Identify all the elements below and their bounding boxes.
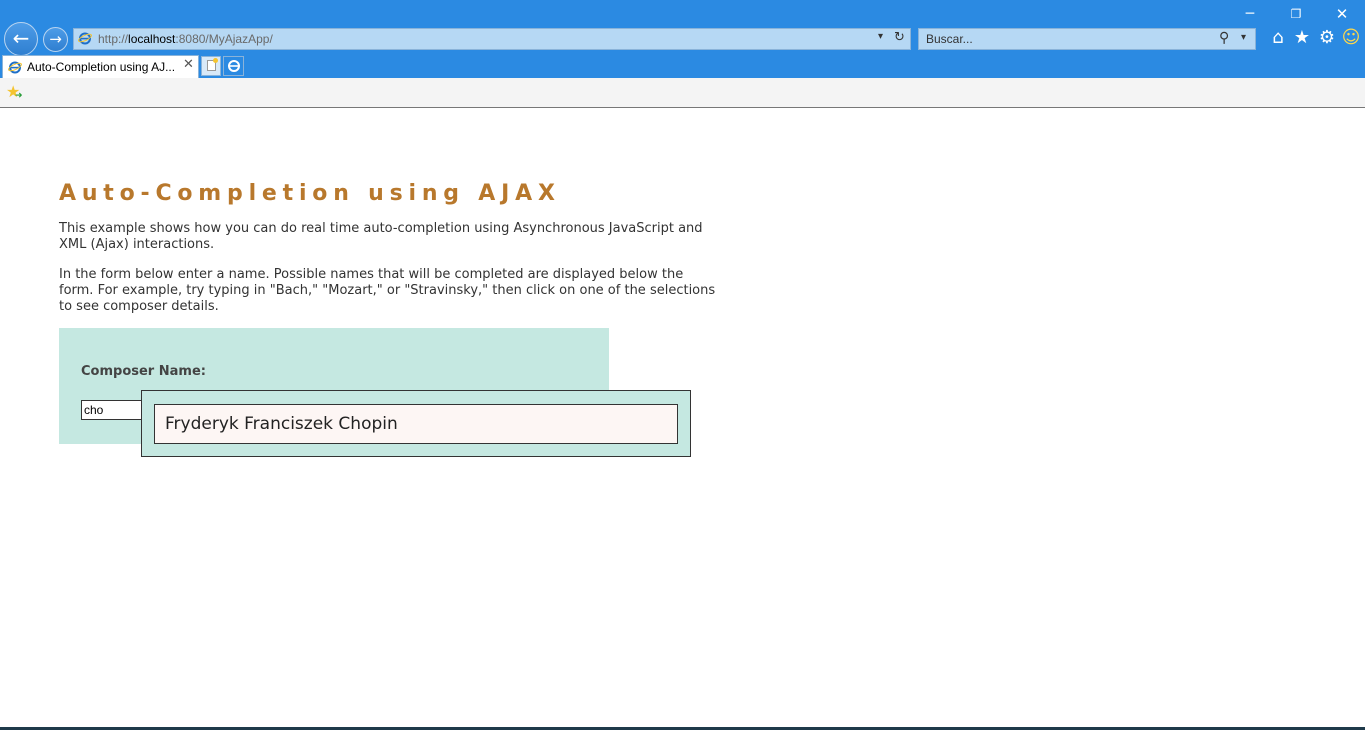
address-bar[interactable]: http://localhost:8080/MyAjazApp/ ▾ ↻ (73, 28, 911, 50)
smiley-icon[interactable]: ☺ (1340, 27, 1362, 49)
ie-page-icon (78, 32, 92, 45)
autocomplete-suggestion[interactable]: Fryderyk Franciszek Chopin (154, 404, 678, 444)
favorites-bar: ★ ➜ (0, 78, 1365, 108)
tab-title: Auto-Completion using AJ... (27, 60, 176, 74)
url-path: :8080/MyAjazApp/ (175, 32, 273, 46)
search-icon[interactable]: ⚲ (1219, 30, 1229, 46)
edge-button[interactable] (223, 56, 244, 76)
add-favorites-arrow-icon: ➜ (15, 91, 23, 101)
minimize-button[interactable]: ─ (1238, 4, 1262, 24)
forward-button[interactable]: → (43, 27, 68, 52)
autocomplete-popup: Fryderyk Franciszek Chopin (141, 390, 691, 457)
new-tab-button[interactable] (201, 56, 221, 76)
url-prefix: http:// (98, 32, 129, 46)
gear-icon[interactable]: ⚙ (1316, 27, 1338, 49)
url-host: localhost (128, 32, 176, 46)
tab-auto-completion[interactable]: Auto-Completion using AJ... ✕ (2, 55, 199, 78)
ie-tab-icon (8, 61, 22, 74)
restore-button[interactable]: ❐ (1284, 4, 1308, 24)
browser-chrome: ─ ❐ ✕ ← → http://localhost:8080/MyAjazAp… (0, 0, 1365, 78)
search-dropdown-icon[interactable]: ▾ (1241, 32, 1246, 43)
search-box[interactable]: Buscar... ⚲ ▾ (918, 28, 1256, 50)
refresh-icon[interactable]: ↻ (894, 30, 905, 45)
back-button[interactable]: ← (4, 22, 38, 56)
edge-icon (228, 60, 240, 72)
home-icon[interactable]: ⌂ (1267, 27, 1289, 49)
close-window-button[interactable]: ✕ (1330, 4, 1354, 24)
instructions-text: In the form below enter a name. Possible… (59, 267, 716, 314)
tab-close-icon[interactable]: ✕ (183, 57, 194, 72)
search-input[interactable]: Buscar... (926, 32, 973, 46)
address-dropdown-icon[interactable]: ▾ (878, 31, 883, 42)
url-text: http://localhost:8080/MyAjazApp/ (98, 32, 273, 46)
intro-text: This example shows how you can do real t… (59, 221, 703, 252)
new-tab-icon (207, 58, 218, 71)
star-icon[interactable]: ★ (1291, 27, 1313, 49)
page-title: Auto-Completion using AJAX (59, 181, 561, 206)
composer-name-label: Composer Name: (81, 364, 206, 379)
